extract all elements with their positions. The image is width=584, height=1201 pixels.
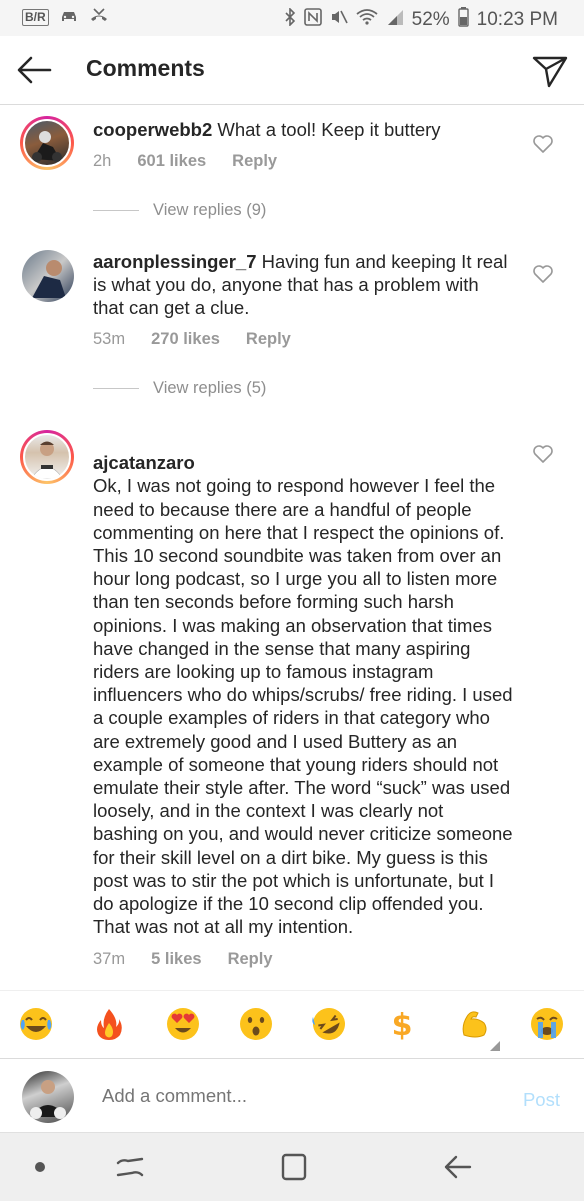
svg-text:$: $ — [392, 1008, 413, 1043]
dot-indicator-icon[interactable] — [22, 1151, 58, 1183]
avatar[interactable] — [20, 116, 74, 170]
dollar-sign-emoji-icon[interactable]: $ — [383, 1005, 421, 1043]
reply-button[interactable]: Reply — [232, 152, 277, 171]
comment-meta: 37m 5 likes Reply — [93, 950, 273, 969]
signal-icon — [386, 8, 404, 32]
like-heart-icon[interactable] — [532, 264, 554, 284]
comment-text: aaronplessinger_7 Having fun and keeping… — [93, 250, 513, 320]
back-arrow-icon[interactable] — [14, 50, 54, 90]
rolling-laughing-emoji-icon[interactable] — [310, 1005, 348, 1043]
expand-handle-icon[interactable] — [489, 1039, 501, 1051]
flexed-biceps-emoji-icon[interactable] — [456, 1005, 494, 1043]
surprised-emoji-icon[interactable] — [237, 1005, 275, 1043]
comment-text: ajcatanzaro Ok, I was not going to respo… — [93, 428, 513, 938]
battery-icon — [457, 7, 469, 33]
view-replies-button[interactable]: View replies (5) — [93, 379, 266, 398]
comment-meta: 2h 601 likes Reply — [93, 152, 277, 171]
avatar — [22, 1071, 74, 1123]
status-bar: B/R 52% 10:23 PM — [0, 0, 584, 36]
comment-username[interactable]: ajcatanzaro — [93, 452, 195, 473]
comment-username[interactable]: cooperwebb2 — [93, 119, 212, 140]
nfc-icon — [303, 8, 322, 32]
page-title: Comments — [86, 55, 205, 81]
comment-likes[interactable]: 601 likes — [137, 152, 206, 171]
back-button-icon[interactable] — [440, 1151, 476, 1183]
like-heart-icon[interactable] — [532, 134, 554, 154]
add-comment-bar: Post — [0, 1058, 584, 1133]
crying-emoji-icon[interactable] — [528, 1005, 566, 1043]
system-nav-bar — [0, 1132, 584, 1201]
car-icon — [59, 7, 79, 27]
avatar[interactable] — [20, 430, 74, 484]
avatar[interactable] — [22, 250, 74, 302]
add-comment-input[interactable] — [102, 1085, 482, 1107]
comment-item: ajcatanzaro Ok, I was not going to respo… — [0, 414, 584, 984]
comment-likes[interactable]: 270 likes — [151, 330, 220, 349]
comment-item: aaronplessinger_7 Having fun and keeping… — [0, 234, 584, 414]
bluetooth-icon — [284, 7, 296, 32]
divider-line — [93, 388, 139, 389]
battery-text: 52% — [411, 9, 450, 30]
missed-call-icon — [89, 7, 109, 27]
post-button[interactable]: Post — [523, 1089, 560, 1111]
clock-text: 10:23 PM — [476, 9, 558, 30]
reply-button[interactable]: Reply — [228, 950, 273, 969]
br-badge-icon: B/R — [22, 8, 49, 26]
header: Comments — [0, 36, 584, 105]
comment-content: What a tool! Keep it buttery — [217, 119, 441, 140]
comment-text: cooperwebb2 What a tool! Keep it buttery — [93, 118, 513, 141]
comment-time: 53m — [93, 330, 126, 348]
wifi-icon — [356, 8, 378, 32]
direct-send-icon[interactable] — [530, 50, 570, 90]
heart-eyes-emoji-icon[interactable] — [164, 1005, 202, 1043]
comment-time: 2h — [93, 152, 112, 170]
tears-of-joy-emoji-icon[interactable] — [17, 1005, 55, 1043]
divider-line — [93, 210, 139, 211]
comment-meta: 53m 270 likes Reply — [93, 330, 291, 349]
home-button-icon[interactable] — [276, 1151, 312, 1183]
comment-time: 37m — [93, 950, 126, 968]
reply-button[interactable]: Reply — [246, 330, 291, 349]
view-replies-label: View replies (9) — [153, 201, 267, 219]
comment-likes[interactable]: 5 likes — [151, 950, 201, 969]
emoji-quick-bar: $ — [0, 990, 584, 1059]
comment-item: cooperwebb2 What a tool! Keep it buttery… — [0, 104, 584, 234]
mute-icon — [330, 8, 348, 32]
recent-apps-icon[interactable] — [112, 1151, 148, 1183]
view-replies-button[interactable]: View replies (9) — [93, 201, 266, 220]
like-heart-icon[interactable] — [532, 444, 554, 464]
comment-username[interactable]: aaronplessinger_7 — [93, 251, 257, 272]
fire-emoji-icon[interactable] — [90, 1005, 128, 1043]
comment-content: Ok, I was not going to respond however I… — [93, 475, 513, 938]
view-replies-label: View replies (5) — [153, 379, 267, 397]
